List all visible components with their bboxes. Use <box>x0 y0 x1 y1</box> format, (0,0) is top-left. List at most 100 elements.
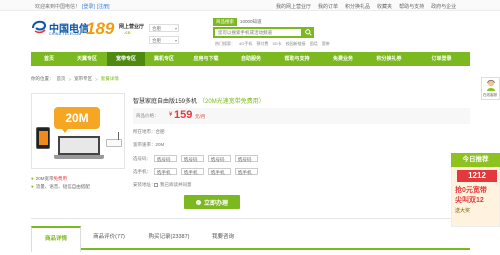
search-input[interactable] <box>215 29 301 36</box>
main-nav: 首页 天翼专区 宽带专区 翼机专区 应用与下载 自助服务 帮助与支持 免费业务 … <box>31 52 470 66</box>
agree-label: 我已阅读并同意 <box>160 182 192 187</box>
product-name: 智慧家庭自由版159多机 <box>133 99 198 105</box>
recommendation-title: 今日推荐 <box>451 153 500 167</box>
search-button[interactable] <box>303 27 314 38</box>
router-illustration <box>106 132 122 147</box>
province-value: 合肥 <box>152 26 161 31</box>
product-promo: （20M光速宽带免费用） <box>199 99 265 105</box>
promo-headline: 抢0元宽带 <box>455 187 487 194</box>
detail-tabs: 商品详情 商品评价(77) 购买记录(23387) 我要咨询 <box>31 226 470 252</box>
phone-select-3[interactable]: 选手机 ▾ <box>208 168 231 175</box>
chevron-down-icon: ▾ <box>211 169 214 174</box>
phone-select-1[interactable]: 选手机 ▾ <box>154 168 177 175</box>
hot-search-item[interactable]: 3G卡 <box>272 41 281 47</box>
phone-illustration <box>36 127 50 149</box>
buy-now-button[interactable]: ✓ 立即办理 <box>184 195 240 209</box>
recommendation-banner[interactable]: 1212 抢0元宽带 尖叫双12 送大奖 <box>451 167 500 227</box>
city-select[interactable]: 合肥 ▾ <box>149 36 179 44</box>
number-select-4[interactable]: 选号码 ▾ <box>235 155 258 162</box>
phone-select-4[interactable]: 选手机 ▾ <box>235 168 258 175</box>
hot-search-item[interactable]: 固话 <box>310 41 318 47</box>
recommendation-panel[interactable]: 今日推荐 1212 抢0元宽带 尖叫双12 送大奖 <box>451 153 500 227</box>
chevron-down-icon: ▾ <box>184 169 187 174</box>
price-currency: ¥ <box>169 112 173 118</box>
breadcrumb-home[interactable]: 首页 <box>57 76 66 82</box>
search-tab-knowledge[interactable]: 10000知道 <box>237 18 265 26</box>
nav-apps[interactable]: 应用与下载 <box>183 52 229 66</box>
nav-help[interactable]: 帮助与支持 <box>273 52 321 66</box>
speed-label: 宽带速率： <box>133 142 156 147</box>
brand-domain: .cn <box>124 30 131 35</box>
nav-order-login[interactable]: 订单登录 <box>413 52 470 66</box>
top-link-orders[interactable]: 我的订单 <box>318 3 338 10</box>
hot-search-item[interactable]: 校园新链接 <box>286 41 306 47</box>
product-features: ● 20M宽带免费用 ● 流量、语音、短信自由搭配 <box>31 176 90 192</box>
choose-number-label: 选号码： <box>133 156 151 161</box>
online-service[interactable]: 在线客服 <box>481 77 500 100</box>
online-service-label: 在线客服 <box>483 93 497 97</box>
location-row: 所在地市：合肥 <box>133 129 165 135</box>
top-utility-bar: 欢迎来到中国电信！ [登录] [注册] 我的网上营业厅 我的订单 积分换礼品 收藏夹… <box>0 0 500 11</box>
breadcrumb-separator: > <box>95 76 98 82</box>
search-box <box>213 27 303 38</box>
location-value: 合肥 <box>155 129 165 134</box>
nav-home[interactable]: 首页 <box>31 52 67 66</box>
feature-free: 免费用 <box>53 176 67 181</box>
top-link-my-hall[interactable]: 我的网上营业厅 <box>276 3 311 10</box>
brand-hall: 网上营业厅 <box>119 24 145 30</box>
location-label: 所在地市： <box>133 129 156 134</box>
feature-item: ● 20M宽带免费用 <box>31 176 67 181</box>
chevron-down-icon: ▾ <box>211 156 214 161</box>
tab-consult[interactable]: 我要咨询 <box>201 226 245 250</box>
welcome-text: 欢迎来到中国电信！ [登录] [注册] <box>35 3 110 10</box>
login-link[interactable]: [登录] <box>82 4 95 10</box>
china-telecom-logo-icon <box>32 20 47 34</box>
top-link-favorites[interactable]: 收藏夹 <box>377 3 392 10</box>
cart-icon: ✓ <box>195 199 201 205</box>
tab-reviews[interactable]: 商品评价(77) <box>83 226 135 250</box>
price-unit: 元/月 <box>195 114 206 119</box>
top-link-enterprise[interactable]: 政府与企业 <box>431 3 456 10</box>
nav-phone[interactable]: 翼机专区 <box>145 52 183 66</box>
province-select[interactable]: 合肥 ▾ <box>149 24 179 32</box>
register-link[interactable]: [注册] <box>97 4 110 10</box>
tab-details[interactable]: 商品详情 <box>31 226 81 252</box>
number-select-2[interactable]: 选号码 ▾ <box>181 155 204 162</box>
chevron-down-icon: ▾ <box>174 38 177 43</box>
hot-search-item[interactable]: 宽带 <box>322 41 330 47</box>
hot-search-item[interactable]: 4G手机 <box>239 41 252 47</box>
chevron-down-icon: ▾ <box>174 26 177 31</box>
breadcrumb-current: 套餐详情 <box>100 76 119 81</box>
install-address-label: 安装地址： <box>133 182 156 187</box>
top-link-help[interactable]: 帮助与支持 <box>399 3 424 10</box>
hot-search-label: 热门搜索： <box>215 41 235 46</box>
breadcrumb-broadband[interactable]: 宽带专区 <box>74 76 92 82</box>
breadcrumb-separator: > <box>68 76 72 82</box>
nav-self-service[interactable]: 自助服务 <box>229 52 273 66</box>
top-link-points[interactable]: 积分换礼品 <box>345 3 370 10</box>
hot-search: 热门搜索： 4G手机 预付费 3G卡 校园新链接 固话 宽带 <box>215 41 334 47</box>
chevron-down-icon: ▾ <box>184 156 187 161</box>
nav-broadband[interactable]: 宽带专区 <box>107 52 145 66</box>
laptop-illustration <box>54 136 104 160</box>
nav-free[interactable]: 免费业务 <box>321 52 365 66</box>
number-select-3[interactable]: 选号码 ▾ <box>208 155 231 162</box>
nav-tianyi[interactable]: 天翼专区 <box>67 52 107 66</box>
customer-service-icon <box>487 79 495 91</box>
agree-checkbox[interactable] <box>154 183 158 187</box>
search-tab-products[interactable]: 商品搜索 <box>213 18 237 26</box>
breadcrumb: 你的位置： 首页 > 宽带专区 > 套餐详情 <box>31 76 122 82</box>
product-image[interactable]: 20M <box>31 93 125 169</box>
number-select-1[interactable]: 选号码 ▾ <box>154 155 177 162</box>
nav-points[interactable]: 积分换礼券 <box>365 52 413 66</box>
agree-terms[interactable]: 我已阅读并同意 <box>154 182 192 188</box>
top-links: 我的网上营业厅 我的订单 积分换礼品 收藏夹 帮助与支持 政府与企业 <box>276 3 463 10</box>
promo-note: 送大奖 <box>455 208 471 214</box>
search-tabs: 商品搜索 10000知道 <box>213 18 265 26</box>
hot-search-item[interactable]: 预付费 <box>256 41 268 47</box>
site-logo[interactable]: 中国电信 CHINA TELECOM 189 网上营业厅 .cn <box>31 17 151 49</box>
price-value: 159 <box>174 109 193 121</box>
speed-row: 宽带速率：20M <box>133 142 164 148</box>
tab-purchase-records[interactable]: 购买记录(23387) <box>139 226 199 250</box>
phone-select-2[interactable]: 选手机 ▾ <box>181 168 204 175</box>
